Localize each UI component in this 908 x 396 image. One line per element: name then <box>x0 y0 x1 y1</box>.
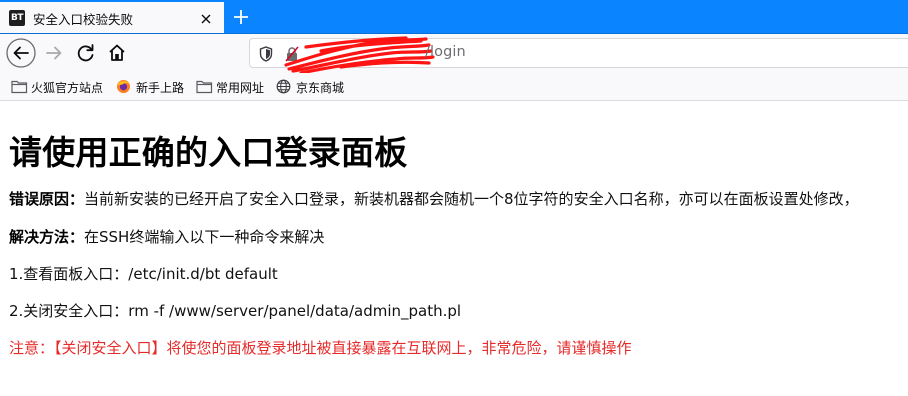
bt-favicon-icon: BT <box>9 10 25 26</box>
shield-icon[interactable] <box>259 46 273 62</box>
bookmark-label: 常用网址 <box>216 81 265 95</box>
bookmarks-toolbar: 火狐官方站点 新手上路 常用网址 京东商城 <box>0 73 908 101</box>
globe-icon <box>276 79 291 94</box>
url-text: /login <box>425 44 466 60</box>
home-icon[interactable] <box>101 37 133 69</box>
bookmark-label: 新手上路 <box>136 81 185 95</box>
warning-note: 注意：【关闭安全入口】将使您的面板登录地址被直接暴露在互联网上，非常危险，请谨慎… <box>9 339 632 357</box>
folder-icon <box>11 80 28 94</box>
forward-arrow-icon[interactable] <box>38 37 70 69</box>
step-view-entry: 1.查看面板入口：/etc/init.d/bt default <box>9 265 278 283</box>
solution-label: 解决方法： <box>9 228 85 246</box>
bookmark-label: 京东商城 <box>296 81 345 95</box>
reason-text: 当前新安装的已经开启了安全入口登录，新装机器都会随机一个8位字符的安全入口名称，… <box>84 190 859 208</box>
close-tab-icon[interactable] <box>196 9 216 29</box>
folder-icon <box>196 80 213 94</box>
tab-title: 安全入口校验失败 <box>33 12 134 27</box>
page-heading: 请使用正确的入口登录面板 <box>9 133 408 172</box>
reload-icon[interactable] <box>70 37 102 69</box>
new-tab-plus-icon[interactable] <box>229 5 253 29</box>
error-reason: 错误原因：当前新安装的已经开启了安全入口登录，新装机器都会随机一个8位字符的安全… <box>9 188 859 209</box>
firefox-icon <box>117 80 130 93</box>
reason-label: 错误原因： <box>9 190 85 208</box>
redaction-scribble <box>284 36 435 75</box>
tab-active[interactable]: BT 安全入口校验失败 <box>0 0 224 34</box>
step-disable-entry: 2.关闭安全入口：rm -f /www/server/panel/data/ad… <box>9 302 462 320</box>
page-content: 请使用正确的入口登录面板 错误原因：当前新安装的已经开启了安全入口登录，新装机器… <box>0 101 908 396</box>
bookmark-label: 火狐官方站点 <box>31 81 104 95</box>
solution-text: 在SSH终端输入以下一种命令来解决 <box>84 228 325 246</box>
url-bar[interactable]: /login <box>249 36 908 75</box>
solution: 解决方法：在SSH终端输入以下一种命令来解决 <box>9 226 324 247</box>
tab-strip: BT 安全入口校验失败 <box>0 0 908 34</box>
back-arrow-icon[interactable] <box>5 37 37 69</box>
